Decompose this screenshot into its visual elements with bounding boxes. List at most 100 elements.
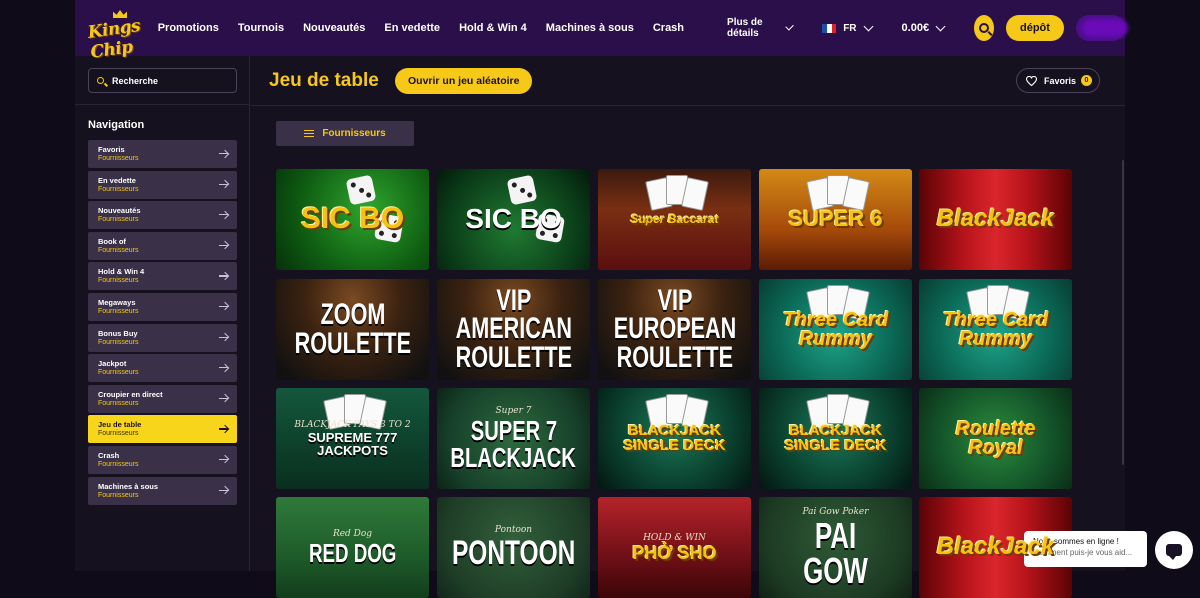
nav-crash[interactable]: Crash — [653, 22, 684, 34]
game-tile[interactable]: Super Baccarat — [598, 169, 751, 270]
random-game-button[interactable]: Ouvrir un jeu aléatoire — [395, 68, 533, 94]
game-title: BLACKJACK — [450, 441, 577, 473]
game-tile[interactable]: SIC BO — [276, 169, 429, 270]
sidebar-item-sublabel: Fournisseurs — [98, 460, 139, 468]
game-tile[interactable]: BLACKJACK SINGLE DECK — [759, 388, 912, 489]
sidebar-item-label: Crash — [98, 450, 120, 460]
game-title: Super Baccarat — [630, 211, 719, 226]
search-icon — [979, 23, 990, 33]
game-title: SUPER 6 — [788, 206, 883, 232]
game-title: SINGLE DECK — [784, 436, 887, 454]
sidebar-item-hold-win-4[interactable]: Hold & Win 4 Fournisseurs — [88, 262, 237, 291]
content-divider — [251, 105, 1125, 106]
arrow-right-icon — [219, 363, 228, 372]
game-title: Three Card — [942, 308, 1049, 331]
game-tile[interactable]: ZOOM ROULETTE — [276, 279, 429, 380]
providers-filter-button[interactable]: Fournisseurs — [276, 121, 414, 146]
game-tile[interactable]: Roulette Royal — [919, 388, 1072, 489]
game-title: SINGLE DECK — [623, 436, 726, 454]
sidebar-item-label: Bonus Buy — [98, 328, 138, 338]
sidebar-item-machines-a-sous[interactable]: Machines à sous Fournisseurs — [88, 476, 237, 505]
favorites-label: Favoris — [1044, 75, 1077, 86]
game-title: VIP AMERICAN — [455, 283, 572, 346]
game-tile[interactable]: BLACKJACK SINGLE DECK — [598, 388, 751, 489]
providers-label: Fournisseurs — [322, 128, 386, 139]
arrow-right-icon — [219, 241, 228, 250]
navigation-title: Navigation — [88, 119, 145, 131]
game-tile[interactable]: Three Card Rummy — [759, 279, 912, 380]
more-label: Plus de détails — [727, 17, 763, 39]
arrow-right-icon — [219, 455, 228, 464]
sidebar-item-en-vedette[interactable]: En vedette Fournisseurs — [88, 170, 237, 199]
sidebar-item-bonus-buy[interactable]: Bonus Buy Fournisseurs — [88, 323, 237, 352]
deposit-button[interactable]: dépôt — [1005, 15, 1064, 41]
sidebar-item-sublabel: Fournisseurs — [98, 430, 139, 438]
sidebar-item-label: Nouveautés — [98, 206, 141, 216]
game-title: Rummy — [958, 327, 1033, 350]
sidebar-item-sublabel: Fournisseurs — [98, 307, 139, 315]
arrow-right-icon — [219, 180, 228, 189]
more-dropdown[interactable]: Plus de détails — [727, 17, 794, 39]
game-tile[interactable]: BLACKJACK PAYS 3 TO 2 SUPREME 777 JACKPOTS — [276, 388, 429, 489]
language-selector[interactable]: FR — [822, 21, 873, 34]
chat-button[interactable] — [1155, 531, 1193, 569]
sidebar-item-jackpot[interactable]: Jackpot Fournisseurs — [88, 354, 237, 383]
nav-nouveautes[interactable]: Nouveautés — [303, 22, 365, 34]
sidebar-search-input[interactable]: Recherche — [88, 68, 237, 93]
game-tile[interactable]: BlackJack — [919, 497, 1072, 598]
sidebar-item-favoris[interactable]: Favoris Fournisseurs — [88, 140, 237, 168]
balance-dropdown[interactable]: 0.00€ — [901, 21, 946, 34]
search-button[interactable] — [974, 15, 994, 41]
game-tile[interactable]: SIC BO — [437, 169, 590, 270]
arrow-right-icon — [219, 302, 228, 311]
arrow-right-icon — [219, 210, 228, 219]
scrollbar[interactable] — [1122, 160, 1124, 465]
game-tile[interactable]: SUPER 6 — [759, 169, 912, 270]
game-tile[interactable]: VIP EUROPEAN ROULETTE — [598, 279, 751, 380]
chat-bubble-icon — [1166, 544, 1182, 560]
chevron-down-icon — [785, 21, 794, 31]
game-tile[interactable]: Three Card Rummy — [919, 279, 1072, 380]
sidebar-item-sublabel: Fournisseurs — [98, 491, 139, 499]
nav-machines-a-sous[interactable]: Machines à sous — [546, 22, 634, 34]
game-title: ROULETTE — [294, 326, 411, 360]
sidebar-item-label: Favoris — [98, 145, 125, 154]
sidebar-item-jeu-de-table[interactable]: Jeu de table Fournisseurs — [88, 415, 237, 444]
profile-button[interactable] — [1075, 15, 1125, 41]
game-tile[interactable]: Pai Gow Poker PAI GOW — [759, 497, 912, 598]
balance-value: 0.00€ — [901, 22, 930, 34]
sidebar-item-sublabel: Fournisseurs — [98, 216, 139, 224]
game-title: Rummy — [798, 327, 873, 350]
game-title: SUPER 7 — [470, 414, 557, 446]
nav-en-vedette[interactable]: En vedette — [384, 22, 440, 34]
game-subtitle: BLACKJACK PAYS 3 TO 2 — [294, 420, 411, 431]
sidebar-item-label: Hold & Win 4 — [98, 267, 145, 277]
sidebar-item-sublabel: Fournisseurs — [98, 369, 139, 377]
sidebar-item-nouveautes[interactable]: Nouveautés Fournisseurs — [88, 201, 237, 230]
sidebar-item-megaways[interactable]: Megaways Fournisseurs — [88, 292, 237, 321]
sidebar-item-label: Megaways — [98, 297, 136, 307]
game-tile[interactable]: HOLD & WIN PHỞ SHO — [598, 497, 751, 598]
favorites-button[interactable]: Favoris 0 — [1016, 68, 1100, 93]
nav-promotions[interactable]: Promotions — [158, 22, 219, 34]
logo[interactable]: Kings Chip — [86, 10, 146, 63]
playing-card-icon — [681, 177, 709, 211]
sidebar-divider — [75, 104, 250, 105]
game-tile[interactable]: VIP AMERICAN ROULETTE — [437, 279, 590, 380]
main-nav: Promotions Tournois Nouveautés En vedett… — [158, 22, 703, 34]
sidebar-item-crash[interactable]: Crash Fournisseurs — [88, 445, 237, 474]
sidebar-item-sublabel: Fournisseurs — [98, 185, 139, 193]
heart-icon — [1026, 75, 1037, 86]
game-tile[interactable]: BlackJack — [919, 169, 1072, 270]
sidebar-item-book-of[interactable]: Book of Fournisseurs — [88, 231, 237, 260]
game-tile[interactable]: Super 7 SUPER 7 BLACKJACK — [437, 388, 590, 489]
sidebar-item-sublabel: Fournisseurs — [98, 277, 139, 285]
game-tile[interactable]: Pontoon PONTOON — [437, 497, 590, 598]
arrow-right-icon — [219, 271, 228, 280]
game-tile[interactable]: Red Dog RED DOG — [276, 497, 429, 598]
sidebar-item-sublabel: Fournisseurs — [98, 155, 139, 162]
sidebar-item-croupier-en-direct[interactable]: Croupier en direct Fournisseurs — [88, 384, 237, 413]
nav-hold-win-4[interactable]: Hold & Win 4 — [459, 22, 527, 34]
nav-tournois[interactable]: Tournois — [238, 22, 284, 34]
game-title: ROULETTE — [616, 340, 733, 374]
